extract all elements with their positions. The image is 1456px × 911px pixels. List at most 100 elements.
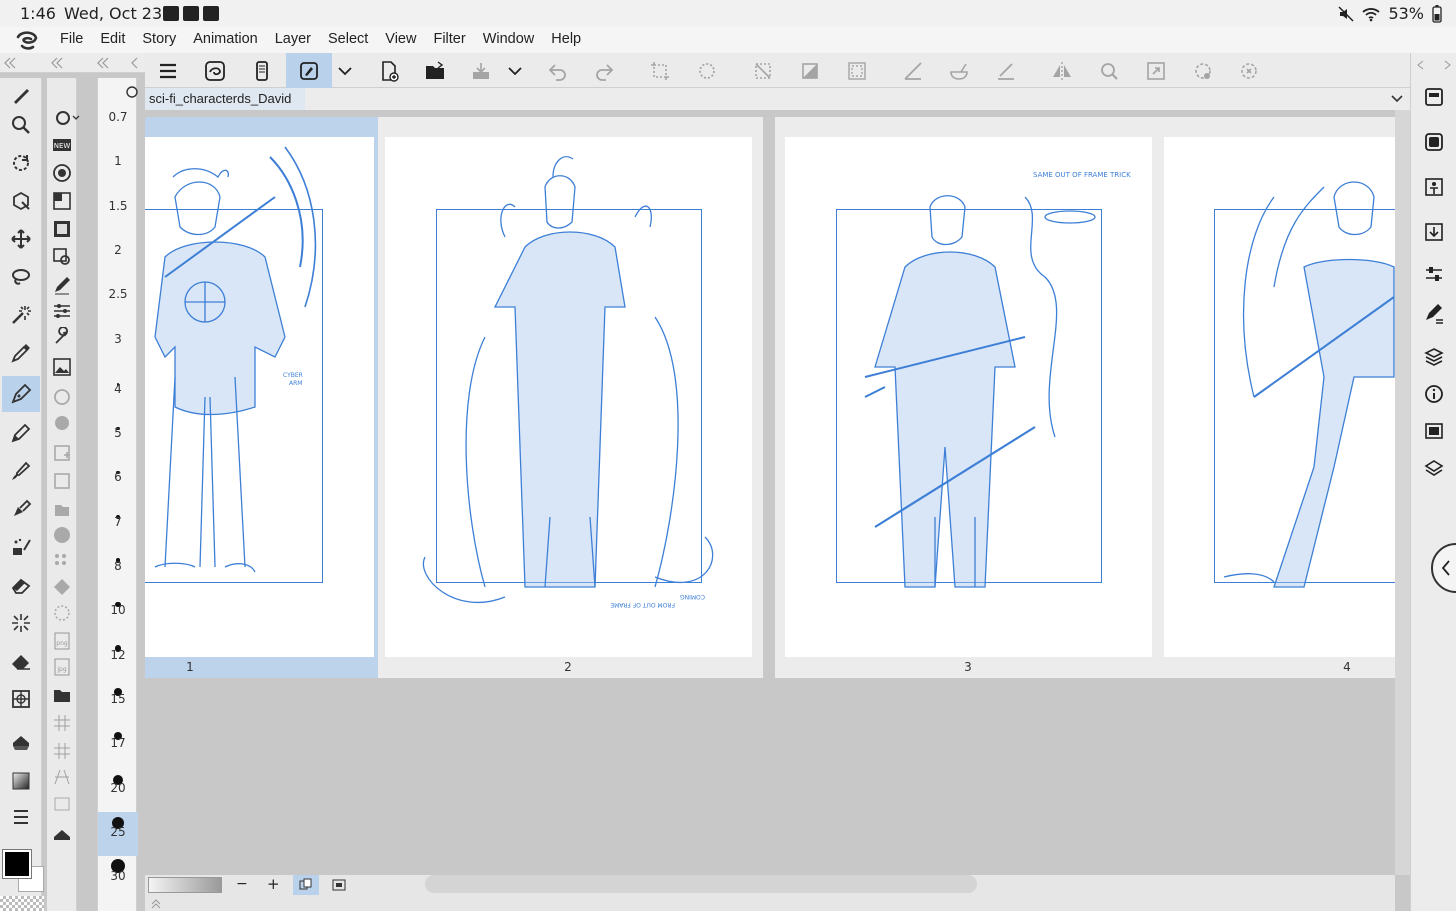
tool-property-icon[interactable] (1420, 260, 1448, 288)
clip-studio-icon[interactable] (201, 57, 229, 85)
object-tool-icon[interactable] (6, 186, 36, 216)
menu-help[interactable]: Help (551, 31, 581, 47)
transparent-color-swatch[interactable] (0, 896, 44, 911)
info-icon[interactable] (1420, 380, 1448, 408)
eraser-alt-icon[interactable] (6, 646, 36, 676)
eyedropper-icon[interactable] (6, 338, 36, 368)
invert-selection-icon[interactable] (796, 57, 824, 85)
brush-size-option[interactable]: 2 (98, 243, 138, 257)
brush-size-option[interactable]: 1 (98, 154, 138, 168)
layer-property-icon[interactable] (1420, 173, 1448, 201)
brush-size-option[interactable]: 7 (98, 515, 138, 529)
zoom-tool-icon[interactable] (6, 110, 36, 140)
menu-select[interactable]: Select (328, 31, 368, 47)
collapse-right-icon[interactable] (1441, 59, 1453, 71)
ruler-icon[interactable] (899, 57, 927, 85)
subtool-circle-icon[interactable] (51, 162, 73, 184)
magic-wand-icon[interactable] (6, 300, 36, 330)
vertical-scrollbar[interactable] (1395, 110, 1410, 875)
subtool-disabled-7-icon[interactable] (51, 550, 73, 572)
collapse-subtool-icon[interactable] (50, 57, 64, 69)
brush-size-option[interactable]: 20 (98, 781, 138, 795)
subtool-folder-icon[interactable] (51, 684, 73, 706)
figure-tool-icon[interactable] (6, 684, 36, 714)
subtool-disabled-2-icon[interactable] (51, 412, 73, 434)
expand-right-icon[interactable] (1415, 59, 1427, 71)
eraser-tool-icon[interactable] (6, 570, 36, 600)
menu-edit[interactable]: Edit (100, 31, 125, 47)
brush-setting-icon[interactable] (1420, 299, 1448, 327)
subtool-disabled-1-icon[interactable] (51, 386, 73, 408)
new-subtool-icon[interactable]: NEW (51, 134, 73, 156)
subtool-wrench-icon[interactable] (51, 326, 73, 348)
menu-view[interactable]: View (385, 31, 416, 47)
crop-icon[interactable] (646, 57, 674, 85)
smartphone-mode-icon[interactable] (248, 57, 276, 85)
animation-timeline-icon[interactable] (1420, 418, 1448, 446)
zoom-in-button[interactable]: + (267, 875, 280, 893)
collapse-left-icon[interactable] (3, 57, 17, 69)
text-layer-tool-icon[interactable] (6, 802, 36, 832)
page-2[interactable]: COMING FROM OUT OF FRAME (385, 137, 752, 657)
expand-panel-icon[interactable] (150, 897, 162, 909)
subtool-tone-icon[interactable] (51, 190, 73, 212)
subtool-disabled-9-icon[interactable] (51, 602, 73, 624)
menu-story[interactable]: Story (142, 31, 176, 47)
brush-size-option[interactable]: 0.7 (98, 110, 138, 124)
foreground-color-swatch[interactable] (2, 849, 32, 879)
brush-size-option[interactable]: 12 (98, 648, 138, 662)
horizontal-scrollbar-thumb[interactable] (425, 875, 977, 893)
undo-icon[interactable] (544, 57, 572, 85)
subtool-grid-1-icon[interactable] (51, 712, 73, 734)
subtool-image-icon[interactable] (51, 356, 73, 378)
zoom-fit-icon[interactable] (1095, 57, 1123, 85)
material-icon[interactable] (1420, 343, 1448, 371)
brush-size-option[interactable]: 5 (98, 426, 138, 440)
deselect-icon[interactable] (749, 57, 777, 85)
redo-icon[interactable] (590, 57, 618, 85)
collapse-brushsize-icon[interactable] (96, 57, 110, 69)
brush-size-option[interactable]: 10 (98, 603, 138, 617)
zoom-out-button[interactable]: − (236, 876, 248, 892)
reset-view-icon[interactable] (1235, 57, 1263, 85)
brush-size-option[interactable]: 1.5 (98, 199, 138, 213)
layers-icon[interactable] (1420, 455, 1448, 483)
document-tab[interactable]: sci-fi_characterds_David × (145, 88, 305, 121)
brush-size-option[interactable]: 4 (98, 382, 138, 396)
scale-icon[interactable] (1142, 57, 1170, 85)
sub-view-icon[interactable] (1420, 128, 1448, 156)
page-3[interactable]: SAME OUT OF FRAME TRICK (785, 137, 1152, 657)
subtool-disabled-3-icon[interactable] (51, 442, 73, 464)
brush-tool-icon[interactable] (6, 456, 36, 486)
menu-hamburger-icon[interactable] (154, 57, 182, 85)
thumbnail-size-slider[interactable] (148, 877, 222, 893)
pencil-tool-icon[interactable] (6, 418, 36, 448)
tab-list-chevron-icon[interactable] (1390, 92, 1404, 106)
select-all-icon[interactable] (693, 57, 721, 85)
blend-tool-icon[interactable] (6, 608, 36, 638)
subtool-disabled-6-icon[interactable] (51, 524, 73, 546)
flip-horizontal-icon[interactable] (1048, 57, 1076, 85)
view-mode-toggle[interactable] (293, 875, 319, 895)
menu-layer[interactable]: Layer (275, 31, 311, 47)
new-page-icon[interactable] (375, 57, 403, 85)
lasso-tool-icon[interactable] (6, 262, 36, 292)
subtool-sliders-icon[interactable] (51, 300, 73, 322)
page-1[interactable]: CYBER ARM (145, 137, 374, 657)
collapse-panel-icon[interactable] (128, 57, 142, 69)
subtool-layer-search-icon[interactable] (51, 246, 73, 268)
menu-window[interactable]: Window (483, 31, 535, 47)
gradient-tool-icon[interactable] (6, 766, 36, 796)
brush-size-option[interactable]: 15 (98, 692, 138, 706)
brush-size-option[interactable]: 17 (98, 736, 138, 750)
subtool-jpg-icon[interactable]: jpg (51, 656, 73, 678)
subtool-film-icon[interactable] (51, 218, 73, 240)
menu-filter[interactable]: Filter (433, 31, 465, 47)
save-dropdown-icon[interactable] (501, 57, 529, 85)
subtool-search-icon[interactable] (50, 108, 86, 130)
download-material-icon[interactable] (1420, 218, 1448, 246)
side-drawer-handle[interactable] (1431, 543, 1456, 593)
brush-size-option[interactable]: 8 (98, 559, 138, 573)
rotate-tool-icon[interactable] (6, 148, 36, 178)
airbrush-tool-icon[interactable] (6, 494, 36, 524)
